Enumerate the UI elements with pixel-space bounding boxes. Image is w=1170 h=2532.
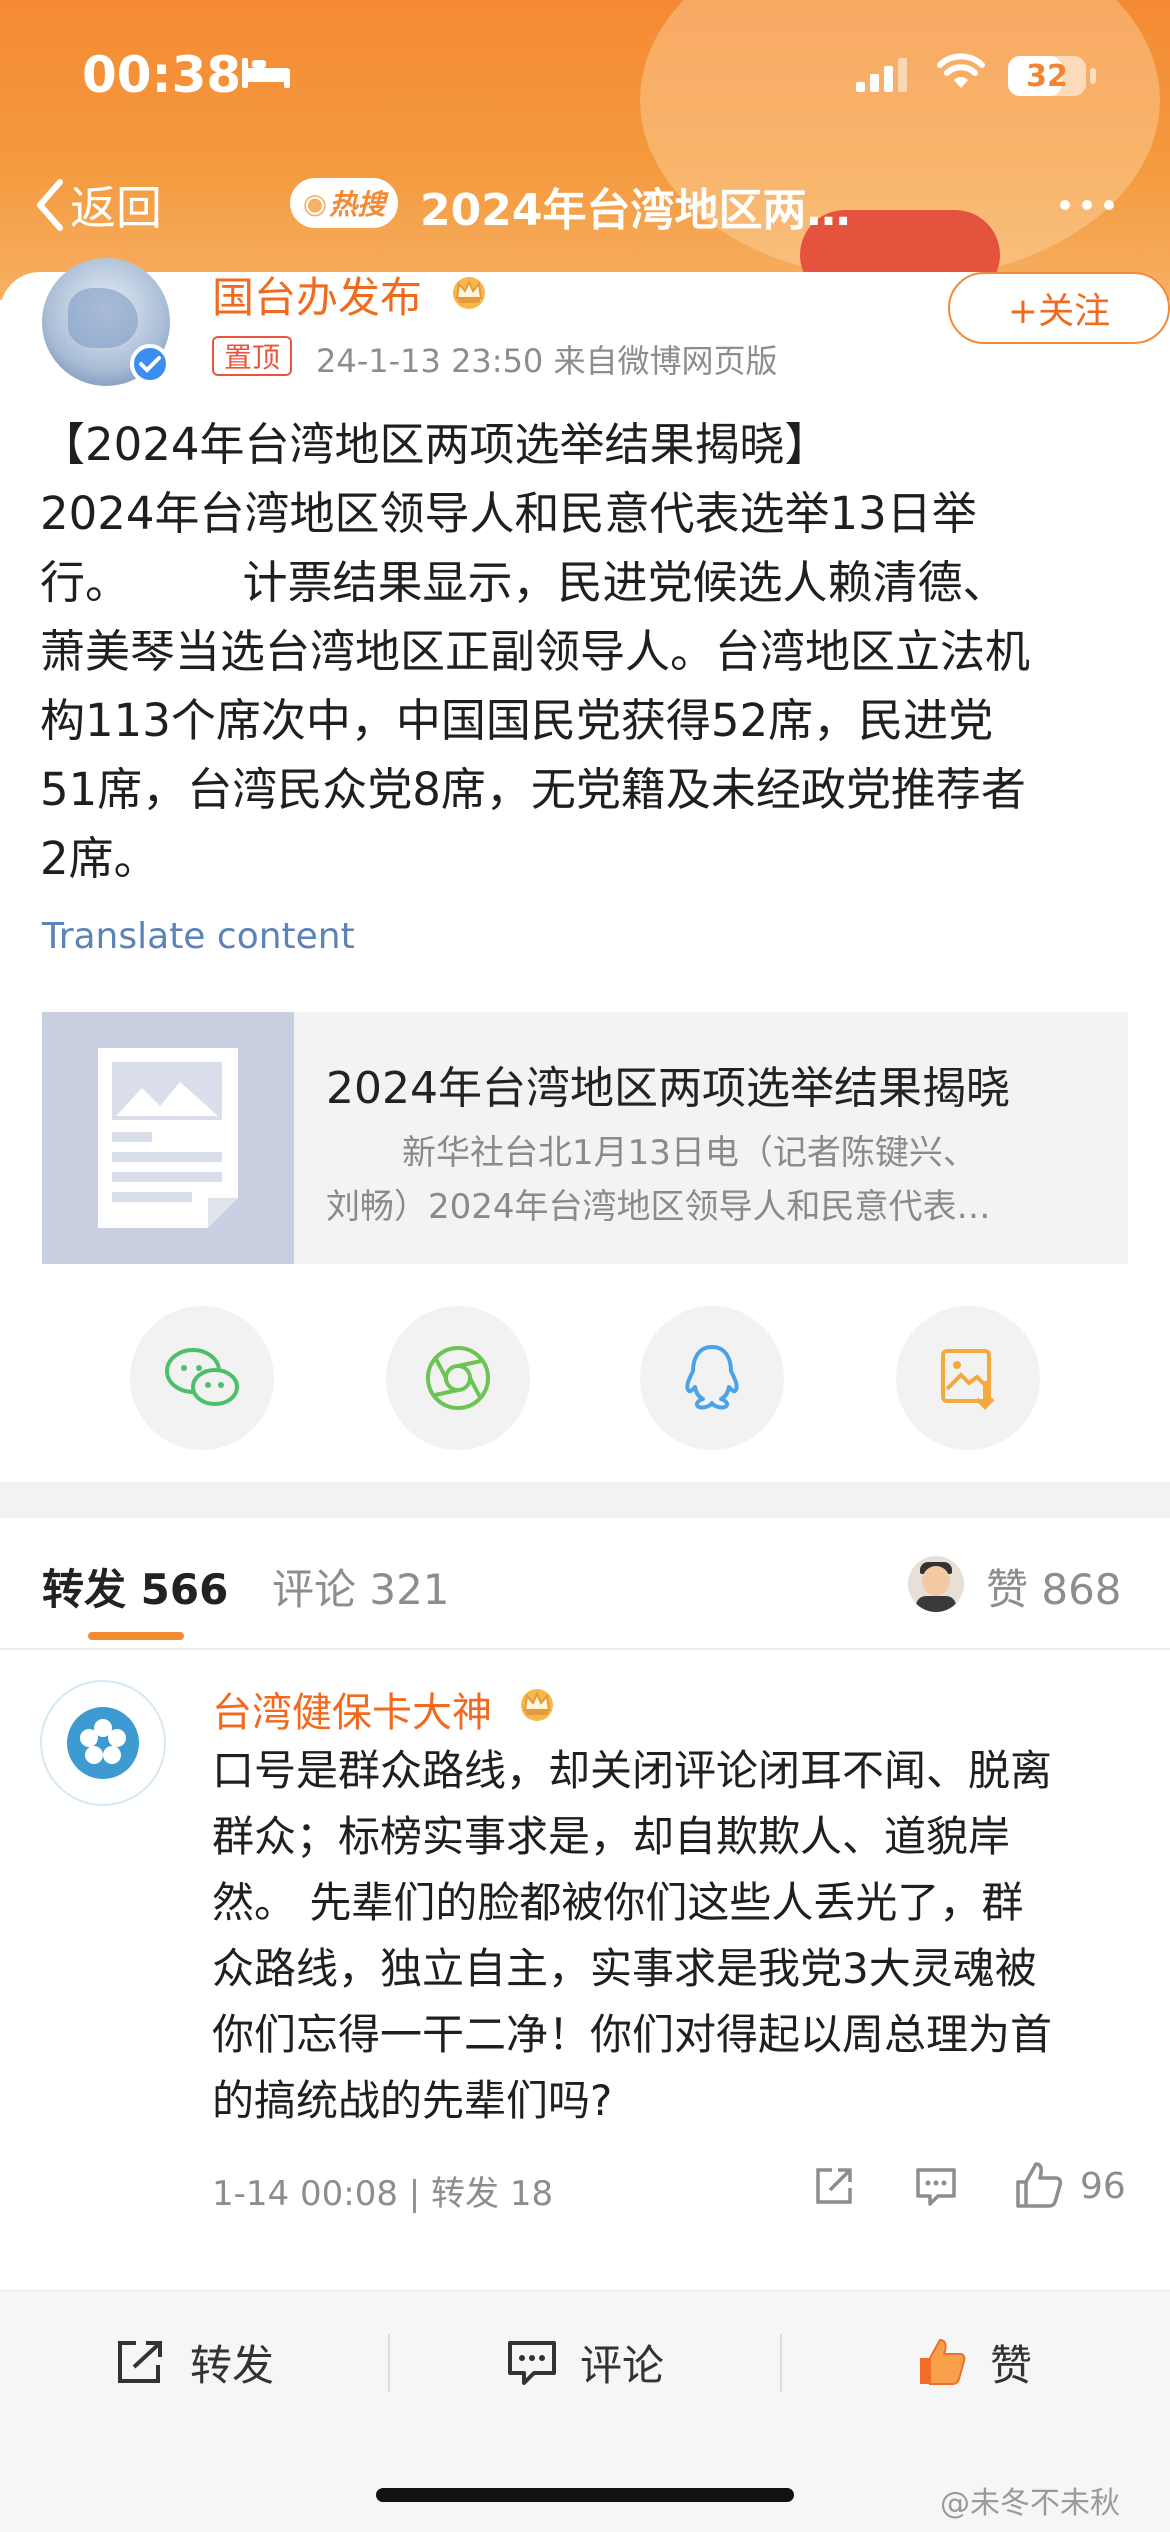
comment-like-icon[interactable] — [1014, 2160, 1064, 2214]
follow-button[interactable]: +关注 — [948, 272, 1170, 344]
comment-line: 的搞统战的先辈们吗? — [212, 2076, 613, 2125]
watermark: @未冬不未秋 — [940, 2486, 1120, 2521]
post-line: 【2024年台湾地区两项选举结果揭晓】 — [40, 418, 830, 471]
post-line: 行。 计票结果显示，民进党候选人赖清德、 — [40, 556, 1008, 609]
crown-icon — [448, 272, 490, 314]
comment-icon — [508, 2341, 556, 2385]
author-name[interactable]: 国台办发布 — [212, 264, 422, 325]
more-options-icon[interactable] — [1060, 200, 1114, 210]
post-line: 构113个席次中，中国国民党获得52席，民进党 — [40, 694, 994, 747]
post-meta: 24-1-13 23:50 来自微博网页版 — [316, 342, 778, 380]
sleep-mode-icon — [240, 54, 292, 94]
tab-comment[interactable]: 评论 321 — [272, 1556, 450, 1617]
battery-tip — [1090, 68, 1096, 84]
tab-like[interactable]: 赞 868 — [986, 1556, 1122, 1617]
back-button[interactable]: 返回 — [34, 172, 162, 238]
tabs-border — [0, 1648, 1170, 1650]
pinned-badge: 置顶 — [212, 336, 293, 376]
repost-icon — [118, 2341, 162, 2383]
commenter-name[interactable]: 台湾健保卡大神 — [212, 1680, 492, 1738]
article-title: 2024年台湾地区两项选举结果揭晓 — [326, 1063, 1010, 1114]
post-line: 2024年台湾地区领导人和民意代表选举13日举 — [40, 487, 977, 540]
save-image-icon — [941, 1349, 995, 1410]
article-link-card[interactable]: 2024年台湾地区两项选举结果揭晓 新华社台北1月13日电（记者陈键兴、 刘畅）… — [42, 1012, 1128, 1264]
bottom-separator — [388, 2334, 390, 2392]
post-body: 【2024年台湾地区两项选举结果揭晓】 2024年台湾地区领导人和民意代表选举1… — [40, 410, 1130, 893]
thumbs-up-icon — [920, 2338, 966, 2385]
bottom-like-button[interactable]: 赞 — [916, 2334, 1032, 2390]
comment-line: 群众；标榜实事求是，却自欺欺人、道貌岸 — [212, 1812, 1011, 1861]
signal-icon — [856, 56, 912, 96]
comment-line: 然。 先辈们的脸都被你们这些人丢光了，群 — [212, 1878, 1024, 1927]
battery-indicator: 32 — [1008, 56, 1086, 96]
qq-icon — [685, 1345, 739, 1410]
chevron-left-icon — [37, 179, 63, 231]
comment-line: 众路线，独立自主，实事求是我党3大灵魂被 — [212, 1944, 1037, 1993]
section-divider — [0, 1482, 1170, 1518]
crown-icon — [516, 1684, 558, 1726]
comment-body: 口号是群众路线，却关闭评论闭耳不闻、脱离 群众；标榜实事求是，却自欺欺人、道貌岸… — [212, 1738, 1132, 2134]
post-line: 51席，台湾民众党8席，无党籍及未经政党推荐者 — [40, 763, 1026, 816]
page-title: 2024年台湾地区两… — [420, 185, 851, 236]
comment-line: 口号是群众路线，却关闭评论闭耳不闻、脱离 — [212, 1746, 1053, 1795]
share-moments-button[interactable] — [386, 1306, 530, 1450]
comment-meta: 1-14 00:08 | 转发 18 — [212, 2174, 554, 2214]
article-icon — [42, 1012, 294, 1264]
bottom-repost-label: 转发 — [190, 2340, 275, 2390]
tab-active-indicator — [88, 1632, 184, 1640]
article-desc-line: 刘畅）2024年台湾地区领导人和民意代表… — [326, 1187, 991, 1227]
wifi-icon — [936, 52, 986, 96]
article-desc-line: 新华社台北1月13日电（记者陈键兴、 — [402, 1133, 977, 1173]
article-description: 新华社台北1月13日电（记者陈键兴、 刘畅）2024年台湾地区领导人和民意代表… — [326, 1126, 1106, 1234]
verified-badge-icon — [130, 344, 170, 384]
post-line: 萧美琴当选台湾地区正副领导人。台湾地区立法机 — [40, 625, 1031, 678]
wechat-icon — [165, 1348, 239, 1406]
bottom-comment-label: 评论 — [580, 2340, 665, 2390]
bottom-comment-button[interactable]: 评论 — [506, 2334, 664, 2390]
comment-line: 你们忘得一干二净！你们对得起以周总理为首 — [212, 2010, 1053, 2059]
comment-like-count: 96 — [1080, 2166, 1126, 2207]
moments-icon — [426, 1346, 490, 1410]
share-wechat-button[interactable] — [130, 1306, 274, 1450]
bottom-repost-button[interactable]: 转发 — [114, 2334, 274, 2390]
commenter-avatar[interactable] — [40, 1680, 166, 1806]
save-image-button[interactable] — [896, 1306, 1040, 1450]
header — [0, 0, 1170, 300]
post-line: 2席。 — [40, 832, 159, 885]
back-label: 返回 — [70, 181, 162, 235]
flame-icon: ◉ — [302, 186, 328, 220]
share-qq-button[interactable] — [640, 1306, 784, 1450]
tab-repost[interactable]: 转发 566 — [42, 1556, 228, 1617]
bottom-separator — [780, 2334, 782, 2392]
liker-avatar — [908, 1556, 964, 1612]
hot-label: 热搜 — [329, 188, 386, 221]
status-time: 00:38 — [82, 46, 242, 104]
comment-reply-icon[interactable] — [914, 2164, 958, 2212]
home-indicator — [376, 2488, 794, 2502]
translate-link[interactable]: Translate content — [42, 916, 355, 957]
bottom-like-label: 赞 — [990, 2340, 1033, 2390]
battery-level: 32 — [1026, 58, 1068, 94]
hot-search-badge[interactable]: ◉ 热搜 — [290, 178, 398, 228]
comment-share-icon[interactable] — [812, 2164, 856, 2212]
